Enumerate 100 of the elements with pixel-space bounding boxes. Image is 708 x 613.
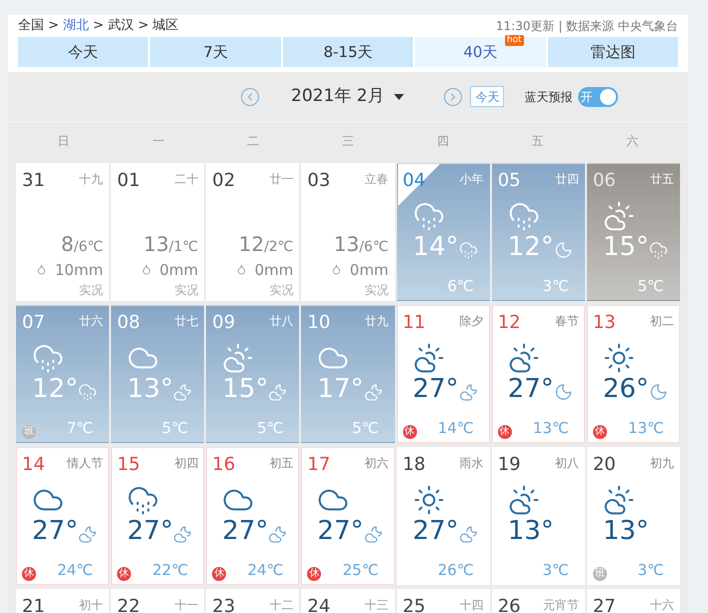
holiday-badge: 休 bbox=[402, 425, 417, 439]
day-date: 10 bbox=[307, 311, 330, 335]
day-date: 12 bbox=[498, 311, 521, 335]
high-temperature: 14° bbox=[412, 232, 459, 262]
observed-label: 实况 bbox=[79, 282, 104, 299]
lunar-date: 廿五 bbox=[650, 171, 674, 188]
day-date: 14 bbox=[22, 453, 45, 477]
tab[interactable]: 8-15天 bbox=[282, 37, 414, 67]
next-month-button[interactable] bbox=[444, 88, 462, 106]
low-temperature: 5℃ bbox=[162, 418, 190, 438]
observed-label: 实况 bbox=[364, 282, 389, 299]
lunar-date: 雨水 bbox=[460, 455, 484, 472]
high-temperature: 8 bbox=[61, 230, 74, 258]
low-temperature: 13℃ bbox=[532, 418, 570, 438]
low-temperature: /6℃ bbox=[74, 238, 104, 256]
day-cell[interactable]: 17 初六 27° 休 25℃ bbox=[301, 447, 395, 585]
day-date: 08 bbox=[117, 311, 140, 335]
lunar-date: 元宵节 bbox=[542, 597, 579, 613]
drop-icon bbox=[236, 264, 247, 276]
day-cell[interactable]: 24 十三 bbox=[301, 589, 395, 613]
lunar-date: 廿九 bbox=[364, 313, 389, 330]
day-date: 07 bbox=[22, 311, 45, 335]
day-date: 17 bbox=[307, 453, 330, 477]
high-temperature: 13 bbox=[143, 230, 169, 258]
day-cell[interactable]: 11 除夕 27° 休 14℃ bbox=[396, 305, 490, 443]
low-temperature: 26℃ bbox=[438, 560, 475, 580]
high-temperature: 13° bbox=[508, 516, 554, 546]
day-cell[interactable]: 18 雨水 27° 26℃ bbox=[396, 447, 490, 585]
holiday-badge: 休 bbox=[117, 567, 132, 581]
day-cell[interactable]: 25 十四 bbox=[396, 589, 490, 613]
previous-month-button[interactable] bbox=[241, 88, 259, 106]
lunar-date: 初六 bbox=[364, 455, 389, 472]
tab[interactable]: 40天 hot bbox=[415, 37, 546, 67]
weekday-label: 日 bbox=[56, 133, 70, 150]
weekday-label: 三 bbox=[340, 133, 355, 150]
day-date: 02 bbox=[212, 169, 236, 193]
high-temperature: 27° bbox=[508, 374, 554, 404]
day-date: 15 bbox=[117, 453, 140, 477]
low-temperature: 3℃ bbox=[542, 560, 570, 580]
day-date: 01 bbox=[117, 169, 140, 193]
day-cell[interactable]: 15 初四 27° 休 22℃ bbox=[111, 447, 204, 585]
month-selector[interactable]: 2021年 2月 bbox=[291, 84, 404, 110]
high-temperature: 13° bbox=[127, 374, 174, 404]
lunar-date: 廿一 bbox=[269, 171, 294, 188]
day-cell[interactable]: 23 十二 bbox=[206, 589, 300, 613]
high-temperature: 27° bbox=[412, 374, 459, 404]
lunar-date: 春节 bbox=[554, 313, 579, 330]
tab[interactable]: 雷达图 bbox=[548, 37, 678, 67]
high-temperature: 13 bbox=[334, 230, 360, 258]
day-date: 21 bbox=[22, 595, 45, 613]
day-cell[interactable]: 21 初十 bbox=[16, 589, 110, 613]
day-cell[interactable]: 01 二十 13/1℃ 0mm 实况 bbox=[111, 163, 204, 301]
high-temperature: 12° bbox=[508, 232, 554, 262]
breadcrumb-link[interactable]: 城区 bbox=[152, 16, 179, 36]
update-info: 11:30更新 | 数据来源 中央气象台 bbox=[496, 18, 678, 35]
low-temperature: /6℃ bbox=[359, 238, 389, 256]
lunar-date: 十九 bbox=[79, 171, 104, 188]
lunar-date: 廿六 bbox=[79, 313, 104, 330]
lunar-date: 除夕 bbox=[460, 313, 484, 330]
low-temperature: 24℃ bbox=[57, 560, 94, 580]
lunar-date: 十三 bbox=[364, 597, 389, 613]
breadcrumb-link[interactable]: 全国 bbox=[18, 16, 44, 36]
low-temperature: 3℃ bbox=[638, 560, 665, 580]
low-temperature: 13℃ bbox=[628, 418, 665, 438]
tab[interactable]: 7天 bbox=[150, 37, 281, 67]
high-temperature: 17° bbox=[317, 374, 364, 404]
lunar-date: 初八 bbox=[554, 455, 579, 472]
observed-label: 实况 bbox=[269, 282, 294, 299]
low-temperature: 3℃ bbox=[542, 276, 570, 296]
day-cell[interactable]: 20 初九 13° 班 3℃ bbox=[586, 447, 680, 585]
caret-icon bbox=[394, 94, 404, 100]
breadcrumb-separator: > bbox=[48, 17, 59, 36]
breadcrumb-link[interactable]: 武汉 bbox=[108, 16, 134, 36]
day-date: 27 bbox=[592, 595, 616, 613]
day-cell[interactable]: 16 初五 27° 休 24℃ bbox=[206, 447, 300, 585]
lunar-date: 十二 bbox=[269, 597, 294, 613]
day-cell[interactable]: 26 元宵节 bbox=[492, 589, 585, 613]
day-cell[interactable]: 31 十九 8/6℃ 10mm 实况 bbox=[16, 163, 110, 301]
lunar-date: 立春 bbox=[364, 171, 389, 188]
day-cell[interactable]: 04 小年 14° 6℃ bbox=[396, 163, 490, 301]
day-cell[interactable]: 22 十一 bbox=[111, 589, 204, 613]
tab[interactable]: 今天 bbox=[18, 37, 148, 67]
day-date: 16 bbox=[212, 453, 236, 477]
day-cell[interactable]: 14 情人节 27° 休 24℃ bbox=[16, 447, 110, 585]
weekday-label: 一 bbox=[151, 133, 166, 150]
day-cell[interactable]: 12 春节 27° 休 13℃ bbox=[492, 305, 585, 443]
day-cell[interactable]: 27 十六 bbox=[586, 589, 680, 613]
day-cell[interactable]: 03 立春 13/6℃ 0mm 实况 bbox=[301, 163, 395, 301]
forecast-toggle-label: 蓝天预报 bbox=[524, 88, 572, 106]
low-temperature: 5℃ bbox=[352, 418, 380, 438]
breadcrumb-link[interactable]: 湖北 bbox=[62, 16, 89, 36]
day-date: 31 bbox=[22, 169, 45, 193]
day-date: 19 bbox=[498, 453, 521, 477]
drop-icon bbox=[140, 264, 152, 276]
day-cell[interactable]: 02 廿一 12/2℃ 0mm 实况 bbox=[206, 163, 300, 301]
day-date: 06 bbox=[592, 169, 616, 193]
day-cell[interactable]: 19 初八 13° 3℃ bbox=[492, 447, 585, 585]
drop-icon bbox=[330, 264, 342, 276]
high-temperature: 26° bbox=[602, 374, 649, 404]
day-cell[interactable]: 13 初二 26° 休 13℃ bbox=[586, 305, 680, 443]
